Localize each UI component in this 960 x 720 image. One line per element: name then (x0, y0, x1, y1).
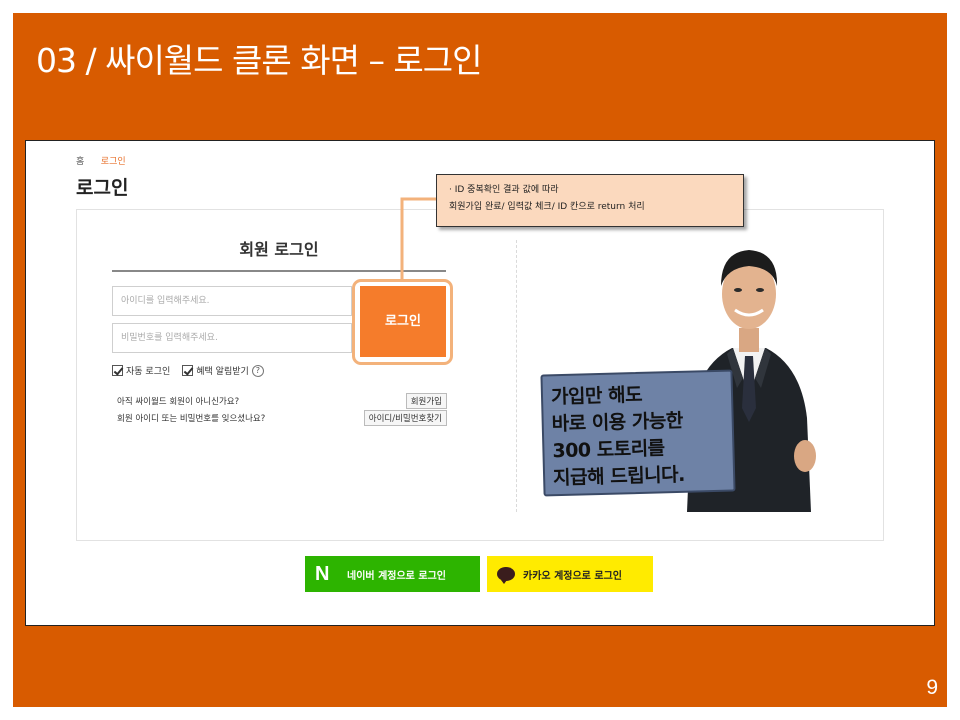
checkbox-checked-icon (112, 365, 123, 376)
id-input[interactable]: 아이디를 입력해주세요. (112, 286, 352, 316)
ad-line-4: 지급해 드립니다. (552, 463, 686, 490)
auto-login-checkbox[interactable]: 자동 로그인 (112, 364, 170, 377)
divider (516, 240, 517, 512)
not-member-text: 아직 싸이월드 회원이 아니신가요? (117, 397, 240, 407)
signup-button[interactable]: 회원가입 (405, 393, 447, 409)
auto-login-label: 자동 로그인 (126, 367, 171, 377)
breadcrumb-home[interactable]: 홈 (76, 156, 84, 166)
naver-logo-icon: N (315, 562, 330, 585)
password-input[interactable]: 비밀번호를 입력해주세요. (112, 323, 352, 353)
login-options: 자동 로그인 혜택 알림받기 ? (112, 364, 276, 377)
annotation-line-1: · ID 중복확인 결과 값에 따라 (449, 185, 559, 195)
annotation-callout: · ID 중복확인 결과 값에 따라 회원가입 완료/ 입력값 체크/ ID 칸… (436, 174, 744, 227)
help-icon[interactable]: ? (251, 364, 264, 377)
login-panel: 회원 로그인 아이디를 입력해주세요. 비밀번호를 입력해주세요. 로그인 자동… (76, 209, 884, 541)
checkbox-checked-icon (182, 365, 194, 376)
page-title: 로그인 (76, 177, 129, 199)
breadcrumb: 홈 로그인 (76, 154, 126, 167)
ad-promo-sign: 가입만 해도 바로 이용 가능한 300 도토리를 지급해 드립니다. (540, 369, 736, 497)
login-button[interactable]: 로그인 (360, 286, 446, 357)
kakao-login-label: 카카오 계정으로 로그인 (523, 570, 622, 582)
member-login-title: 회원 로그인 (112, 236, 446, 272)
slide: 03 / 싸이월드 클론 화면 – 로그인 홈 로그인 로그인 회원 로그인 아… (0, 0, 960, 720)
find-id-password-button[interactable]: 아이디/비밀번호찾기 (363, 410, 447, 426)
benefit-alert-label: 혜택 알림받기 (196, 367, 249, 377)
naver-login-button[interactable]: N 네이버 계정으로 로그인 (305, 556, 480, 592)
signup-row: 아직 싸이월드 회원이 아니신가요? 회원가입 (117, 393, 447, 409)
login-page-screenshot: 홈 로그인 로그인 회원 로그인 아이디를 입력해주세요. 비밀번호를 입력해주… (25, 140, 935, 626)
benefit-alert-checkbox[interactable]: 혜택 알림받기 ? (182, 364, 264, 377)
naver-login-label: 네이버 계정으로 로그인 (347, 570, 446, 582)
slide-title: 03 / 싸이월드 클론 화면 – 로그인 (36, 41, 483, 80)
annotation-line-2: 회원가입 완료/ 입력값 체크/ ID 칸으로 return 처리 (449, 202, 645, 212)
find-account-row: 회원 아이디 또는 비밀번호를 잊으셨나요? 아이디/비밀번호찾기 (117, 410, 447, 426)
kakao-login-button[interactable]: 카카오 계정으로 로그인 (487, 556, 653, 592)
forgot-text: 회원 아이디 또는 비밀번호를 잊으셨나요? (117, 414, 266, 424)
page-number: 9 (926, 676, 938, 699)
breadcrumb-current: 로그인 (100, 156, 126, 166)
kakao-talk-icon (497, 567, 515, 584)
